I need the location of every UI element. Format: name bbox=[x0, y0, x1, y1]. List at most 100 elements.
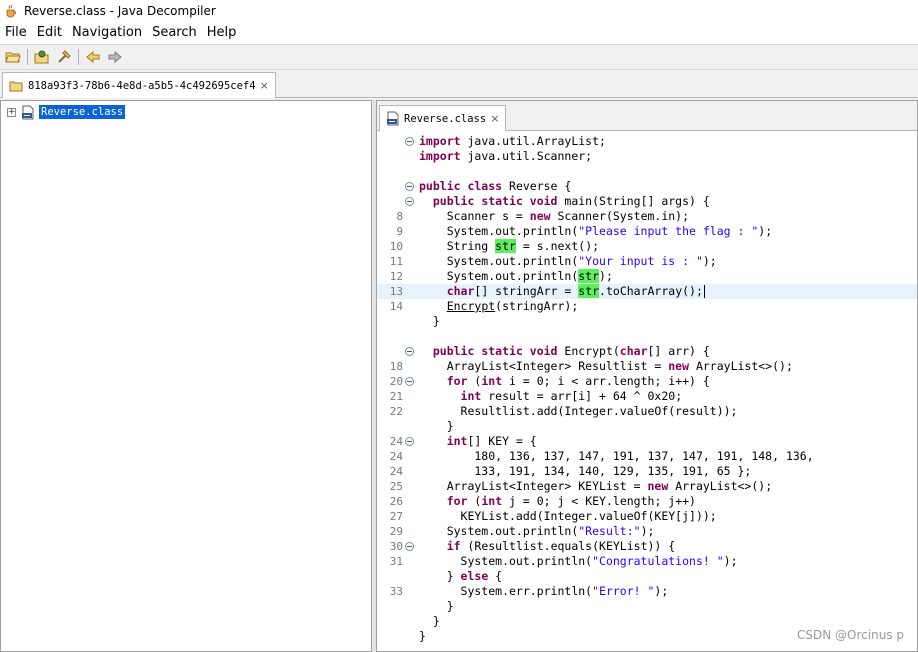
keyword: int bbox=[446, 434, 468, 448]
line-number: 31 bbox=[389, 555, 403, 568]
tree-item[interactable]: + Reverse.class bbox=[7, 104, 126, 120]
code-token: Scanner(System.in); bbox=[550, 209, 690, 223]
menu-file[interactable]: File bbox=[0, 22, 32, 44]
expand-icon[interactable]: + bbox=[7, 107, 16, 117]
code-token: } bbox=[419, 569, 461, 583]
code-token: String bbox=[419, 239, 496, 253]
code-line: 12 System.out.println(str); bbox=[377, 269, 917, 284]
code-token: System.out.println( bbox=[419, 224, 579, 238]
line-number: 9 bbox=[396, 225, 403, 238]
method-link[interactable]: Encrypt bbox=[447, 299, 495, 313]
code-token: result = arr[i] + 64 ^ 0x20; bbox=[481, 389, 683, 403]
menu-help[interactable]: Help bbox=[202, 22, 242, 44]
line-number: 33 bbox=[389, 585, 403, 598]
code-line: 11 System.out.println("Your input is : "… bbox=[377, 254, 917, 269]
fold-toggle-icon[interactable] bbox=[405, 437, 414, 446]
code-text: } else { bbox=[419, 569, 502, 584]
line-number: 24 bbox=[389, 465, 403, 478]
code-editor[interactable]: import java.util.ArrayList; import java.u… bbox=[377, 134, 917, 651]
keyword: int bbox=[481, 374, 503, 388]
fold-toggle-icon[interactable] bbox=[405, 377, 414, 386]
keyword: public class bbox=[419, 179, 503, 193]
keyword: char bbox=[446, 284, 475, 298]
line-number: 26 bbox=[389, 495, 403, 508]
fold-toggle-icon[interactable] bbox=[405, 197, 414, 206]
open-type-hierarchy-button[interactable] bbox=[53, 46, 75, 68]
fold-toggle-icon[interactable] bbox=[405, 542, 414, 551]
code-line: 8 Scanner s = new Scanner(System.in); bbox=[377, 209, 917, 224]
code-line: 31 System.out.println("Congratulations! … bbox=[377, 554, 917, 569]
code-text: System.out.println(str); bbox=[419, 269, 613, 284]
fold-toggle-icon[interactable] bbox=[405, 182, 414, 191]
code-token: Reverse { bbox=[502, 179, 572, 193]
code-token: java.util.Scanner; bbox=[460, 149, 593, 163]
code-token: KEYList.add(Integer.valueOf(KEY[j])); bbox=[419, 509, 717, 523]
back-button[interactable] bbox=[82, 46, 104, 68]
code-text: if (Resultlist.equals(KEYList)) { bbox=[419, 539, 676, 554]
code-line: 27 KEYList.add(Integer.valueOf(KEY[j])); bbox=[377, 509, 917, 524]
code-line: 26 for (int j = 0; j < KEY.length; j++) bbox=[377, 494, 917, 509]
archive-tab-bar: 818a93f3-78b6-4e8d-a5b5-4c492695cef4 × bbox=[0, 70, 918, 98]
close-icon[interactable]: × bbox=[260, 79, 269, 92]
menu-bar: File Edit Navigation Search Help bbox=[0, 22, 918, 44]
code-line: 24 int[] KEY = { bbox=[377, 434, 917, 449]
keyword: public static void bbox=[432, 194, 558, 208]
code-line: } bbox=[377, 614, 917, 629]
code-text: int[] KEY = { bbox=[419, 434, 537, 449]
code-token: ); bbox=[599, 269, 613, 283]
fold-toggle-icon[interactable] bbox=[405, 137, 414, 146]
code-text: } bbox=[419, 629, 426, 644]
toolbar-separator bbox=[78, 49, 79, 65]
string-literal: "Your input is : " bbox=[578, 254, 703, 268]
line-number: 24 bbox=[389, 435, 403, 448]
code-token: (stringArr); bbox=[495, 299, 579, 313]
open-file-icon bbox=[5, 52, 21, 63]
editor-tab-bar: Reverse.class × bbox=[377, 101, 917, 131]
archive-tab[interactable]: 818a93f3-78b6-4e8d-a5b5-4c492695cef4 × bbox=[2, 72, 276, 98]
code-line: 18 ArrayList<Integer> Resultlist = new A… bbox=[377, 359, 917, 374]
editor-tab[interactable]: Reverse.class × bbox=[379, 105, 507, 131]
code-token: ); bbox=[654, 584, 669, 598]
open-file-button[interactable] bbox=[2, 46, 24, 68]
code-token: ArrayList<Integer> Resultlist = bbox=[419, 359, 669, 373]
code-line: 13 char[] stringArr = str.toCharArray(); bbox=[377, 284, 917, 299]
code-line: } bbox=[377, 419, 917, 434]
line-number: 24 bbox=[389, 450, 403, 463]
code-text: 133, 191, 134, 140, 129, 135, 191, 65 }; bbox=[419, 464, 751, 479]
code-text: public class Reverse { bbox=[419, 179, 571, 194]
code-text: } bbox=[419, 614, 440, 629]
menu-edit[interactable]: Edit bbox=[32, 22, 67, 44]
code-text: } bbox=[419, 314, 440, 329]
editor-pane: Reverse.class × import java.util.ArrayLi… bbox=[376, 100, 918, 652]
code-line: public static void Encrypt(char[] arr) { bbox=[377, 344, 917, 359]
keyword: else bbox=[460, 569, 489, 583]
code-text: import java.util.ArrayList; bbox=[419, 134, 606, 149]
class-file-icon bbox=[22, 105, 34, 119]
code-line: 24 180, 136, 137, 147, 191, 137, 147, 19… bbox=[377, 449, 917, 464]
close-icon[interactable]: × bbox=[490, 112, 499, 125]
back-icon bbox=[86, 50, 100, 64]
line-number: 14 bbox=[389, 300, 403, 313]
keyword: if bbox=[446, 539, 461, 553]
menu-search[interactable]: Search bbox=[147, 22, 202, 44]
code-text: for (int j = 0; j < KEY.length; j++) bbox=[419, 494, 696, 509]
line-number: 29 bbox=[389, 525, 403, 538]
code-text: ArrayList<Integer> KEYList = new ArrayLi… bbox=[419, 479, 772, 494]
open-type-button[interactable] bbox=[31, 46, 53, 68]
menu-navigation[interactable]: Navigation bbox=[67, 22, 147, 44]
code-text: public static void main(String[] args) { bbox=[419, 194, 710, 209]
string-literal: "Error! " bbox=[592, 584, 655, 598]
code-token: ArrayList<>(); bbox=[668, 479, 773, 493]
line-number: 21 bbox=[389, 390, 403, 403]
forward-button[interactable] bbox=[104, 46, 126, 68]
code-line: 25 ArrayList<Integer> KEYList = new Arra… bbox=[377, 479, 917, 494]
folder-icon bbox=[9, 81, 23, 91]
code-line: 30 if (Resultlist.equals(KEYList)) { bbox=[377, 539, 917, 554]
code-token: Resultlist.add(Integer.valueOf(result)); bbox=[419, 404, 738, 418]
keyword: import bbox=[419, 149, 461, 163]
code-token: } bbox=[419, 614, 440, 628]
fold-toggle-icon[interactable] bbox=[405, 347, 414, 356]
